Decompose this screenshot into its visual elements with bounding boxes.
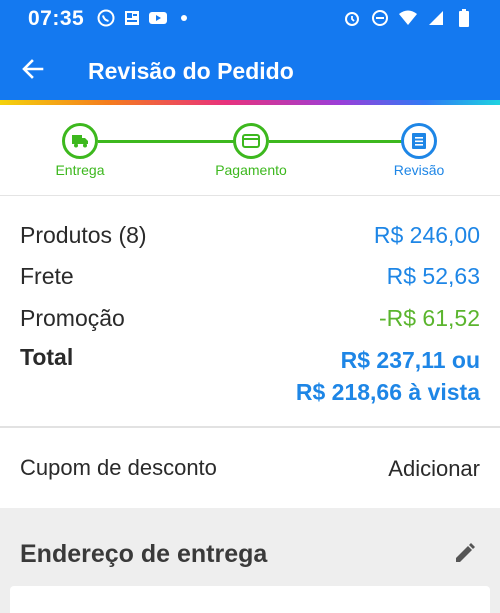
edit-address-button[interactable]: [452, 540, 478, 566]
promo-value: -R$ 61,52: [378, 305, 480, 331]
truck-icon: [72, 135, 88, 148]
add-coupon-button[interactable]: Adicionar: [388, 456, 480, 482]
shipping-value: R$ 52,63: [386, 263, 480, 289]
address-card[interactable]: [10, 586, 490, 613]
coupon-label: Cupom de desconto: [20, 455, 217, 480]
total-value: R$ 237,11 ou R$ 218,66 à vista: [296, 344, 480, 408]
system-icons: [342, 8, 474, 28]
shipping-label: Frete: [20, 263, 74, 289]
total-value-installments: R$ 237,11 ou: [340, 347, 480, 373]
step-label-entrega: Entrega: [55, 162, 105, 178]
notification-icons: [96, 8, 194, 28]
alarm-icon: [342, 8, 362, 28]
dnd-icon: [370, 8, 390, 28]
page-title: Revisão do Pedido: [88, 58, 294, 84]
total-label: Total: [20, 344, 74, 370]
coupon-row: Cupom de desconto Adicionar: [0, 430, 500, 508]
card-icon: [242, 134, 260, 148]
address-title: Endereço de entrega: [20, 540, 268, 568]
battery-icon: [454, 8, 474, 28]
step-connector: [98, 140, 236, 143]
products-value: R$ 246,00: [373, 222, 480, 248]
pencil-icon: [456, 543, 475, 562]
back-button[interactable]: [18, 54, 48, 84]
news-icon: [122, 8, 142, 28]
products-label: Produtos (8): [20, 222, 147, 248]
status-time: 07:35: [28, 7, 85, 30]
address-section: Endereço de entrega: [0, 508, 500, 613]
wifi-icon: [398, 8, 418, 28]
step-revisao[interactable]: [401, 123, 437, 159]
step-label-pagamento: Pagamento: [215, 162, 287, 178]
total-value-cash: R$ 218,66 à vista: [295, 379, 480, 405]
step-label-revisao: Revisão: [393, 162, 445, 178]
whatsapp-icon: [96, 8, 116, 28]
promo-label: Promoção: [20, 305, 125, 331]
app-bar: Revisão do Pedido: [0, 36, 500, 100]
order-summary: Produtos (8) R$ 246,00 Frete R$ 52,63 Pr…: [0, 196, 500, 428]
step-pagamento[interactable]: [233, 123, 269, 159]
arrow-left-icon: [22, 59, 44, 79]
list-icon: [412, 133, 426, 149]
step-connector: [269, 140, 405, 143]
dot-icon: [174, 8, 194, 28]
signal-icon: [426, 8, 446, 28]
step-entrega[interactable]: [62, 123, 98, 159]
status-bar: 07:35: [0, 0, 500, 36]
youtube-icon: [148, 8, 168, 28]
checkout-stepper: Entrega Pagamento Revisão: [0, 105, 500, 196]
